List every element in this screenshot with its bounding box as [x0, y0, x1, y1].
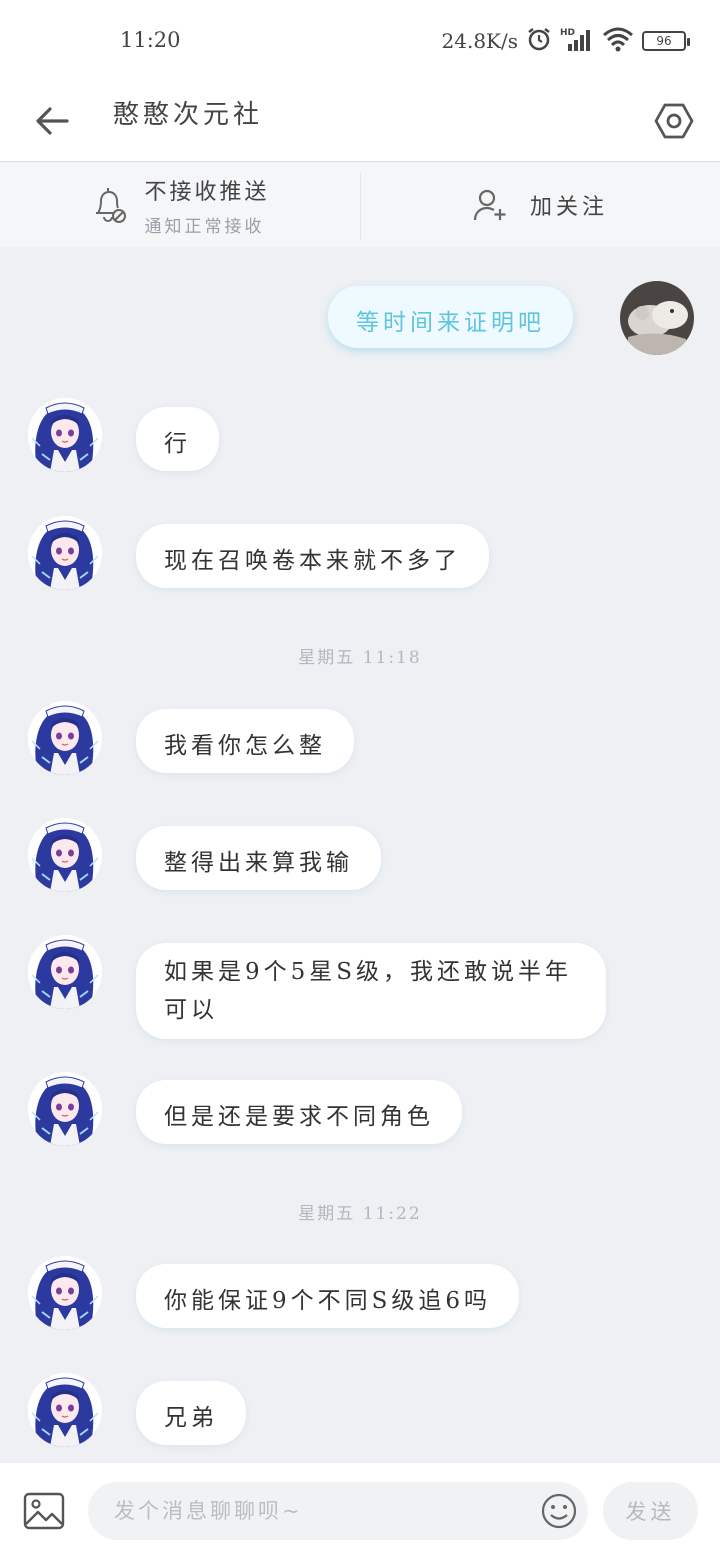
- avatar-other[interactable]: [28, 1256, 102, 1330]
- signal-icon: HD: [560, 26, 594, 56]
- chat-header: 憨憨次元社: [0, 80, 720, 162]
- message-input[interactable]: [88, 1482, 588, 1540]
- push-toggle[interactable]: 不接收推送 通知正常接收: [0, 163, 360, 247]
- message-bubble-self[interactable]: 等时间来证明吧: [328, 286, 573, 348]
- push-texts: 不接收推送 通知正常接收: [144, 174, 269, 237]
- avatar-other[interactable]: [28, 1072, 102, 1146]
- message-bubble[interactable]: 现在召唤卷本来就不多了: [136, 524, 489, 588]
- smiley-icon: [541, 1493, 577, 1529]
- timestamp: 星期五 11:22: [298, 1204, 422, 1224]
- message-bubble[interactable]: 如果是9个5星S级，我还敢说半年可以: [136, 943, 606, 1039]
- battery-indicator: 96: [642, 31, 690, 51]
- status-bar: 11:20 24.8K/s HD 96: [0, 0, 720, 80]
- message-bubble[interactable]: 我看你怎么整: [136, 709, 354, 773]
- bell-off-icon: [96, 188, 127, 223]
- avatar-other[interactable]: [28, 935, 102, 1009]
- send-button[interactable]: 发送: [603, 1482, 698, 1540]
- avatar-self[interactable]: [620, 281, 694, 355]
- image-button[interactable]: [22, 1491, 66, 1531]
- status-indicators: 24.8K/s HD 96: [441, 24, 690, 58]
- avatar-other[interactable]: [28, 516, 102, 590]
- arrow-left-icon: [36, 107, 69, 135]
- avatar-other[interactable]: [28, 398, 102, 472]
- image-icon: [23, 1492, 65, 1530]
- message-bubble[interactable]: 行: [136, 407, 219, 471]
- emoji-button[interactable]: [540, 1492, 578, 1530]
- page-title: 憨憨次元社: [113, 100, 264, 130]
- follow-label: 加关注: [529, 195, 608, 220]
- back-button[interactable]: [30, 92, 74, 150]
- timestamp: 星期五 11:18: [298, 648, 422, 668]
- add-user-icon: [473, 189, 506, 221]
- follow-button[interactable]: 加关注: [360, 163, 720, 247]
- status-time: 11:20: [120, 28, 181, 52]
- message-bubble[interactable]: 兄弟: [136, 1381, 246, 1445]
- message-bubble[interactable]: 但是还是要求不同角色: [136, 1080, 462, 1144]
- wifi-icon: [602, 26, 634, 56]
- message-bubble[interactable]: 整得出来算我输: [136, 826, 381, 890]
- push-title: 不接收推送: [144, 179, 270, 205]
- settings-button[interactable]: [652, 92, 696, 150]
- input-bar: 发送: [0, 1463, 720, 1560]
- avatar-other[interactable]: [28, 701, 102, 775]
- message-bubble[interactable]: 你能保证9个不同S级追6吗: [136, 1264, 520, 1328]
- alarm-icon: [526, 26, 552, 56]
- svg-text:HD: HD: [560, 28, 575, 38]
- settings-hexagon-icon: [654, 103, 694, 139]
- avatar-other[interactable]: [28, 1373, 102, 1447]
- action-bar: 不接收推送 通知正常接收 加关注: [0, 163, 720, 247]
- network-speed: 24.8K/s: [441, 29, 518, 53]
- chat-area[interactable]: 等时间来证明吧 行 现在召唤卷本来就不多了 星期五 11:18 我看你怎么整 整…: [0, 247, 720, 1463]
- push-subtitle: 通知正常接收: [144, 216, 265, 237]
- avatar-other[interactable]: [28, 818, 102, 892]
